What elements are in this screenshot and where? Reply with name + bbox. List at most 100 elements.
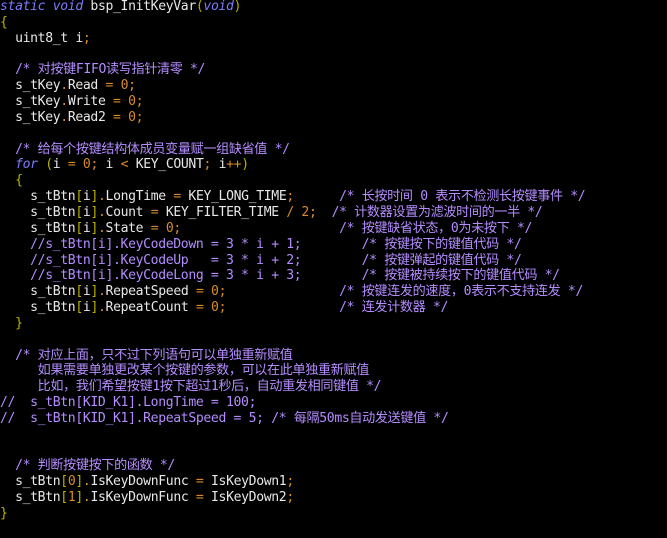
code-token-comment: /* 长按时间 0 表示不检测长按键事件 */	[339, 189, 586, 205]
code-token-bracket: [	[75, 284, 83, 300]
code-line: //s_tBtn[i].KeyCodeUp = 3 * i + 2; /* 按键…	[0, 253, 667, 269]
code-token-plain: s_tBtn	[0, 204, 76, 220]
code-token-plain: State	[105, 220, 151, 236]
code-token-plain: s_tKey	[0, 109, 61, 125]
code-token-comment: 比如，我们希望按键1按下超过1秒后，自动重发相同键值 */	[0, 379, 382, 395]
code-editor[interactable]: static void bsp_InitKeyVar ( void) { uint8_…	[0, 0, 667, 537]
code-token-bracket: ]	[90, 300, 98, 316]
code-line: s_tBtn[i].RepeatSpeed = 0; /* 按键连发的速度，0表…	[0, 284, 667, 300]
code-token-bracket: ]	[90, 220, 98, 236]
code-line: //s_tBtn[i].KeyCodeDown = 3 * i + 1; /* …	[0, 237, 667, 253]
code-line: s_tBtn[i].LongTime = KEY_LONG_TIME; /* 长…	[0, 189, 667, 205]
code-token-plain: RepeatCount	[105, 300, 196, 316]
code-token-comment: // s_tBtn[KID_K1].LongTime = 100;	[0, 395, 257, 411]
code-line: // s_tBtn[KID_K1].LongTime = 100;	[0, 395, 667, 411]
code-line: s_tKey.Read = 0;	[0, 78, 667, 94]
code-token-operator: ;	[218, 300, 340, 316]
code-token-comment: /* 连发计数器 */	[339, 300, 449, 316]
code-line: /* 判断按键按下的函数 */	[0, 458, 667, 474]
code-token-plain: s_tBtn	[0, 474, 61, 490]
code-token-comment: // s_tBtn[KID_K1].RepeatSpeed = 5; /* 每隔…	[0, 410, 449, 426]
code-token-number: 0	[211, 284, 219, 300]
code-token-operator: =	[195, 300, 212, 316]
code-token-operator: .	[60, 109, 68, 125]
code-token-operator: .	[97, 189, 106, 205]
code-token-comment: /* 按键缺省状态，0为未按下 */	[339, 220, 533, 236]
code-token-comment: /* 按键连发的速度，0表示不支持连发 */	[339, 284, 583, 300]
code-token-operator: ;	[286, 474, 294, 490]
code-token-bracket: [	[60, 474, 68, 490]
code-token-plain: Read2	[67, 109, 114, 125]
code-line: s_tKey.Write = 0;	[0, 94, 667, 110]
code-token-operator: ;	[218, 284, 340, 300]
code-token-plain: s_tBtn	[0, 300, 76, 316]
code-token-operator: ;	[90, 157, 106, 173]
code-token-bracket: [	[75, 189, 83, 205]
code-token-plain: IsKeyDown1	[211, 474, 287, 490]
code-token-plain: LongTime	[105, 189, 174, 205]
code-token-operator: =	[67, 157, 83, 173]
code-line: 如果需要单独更改某个按键的参数，可以在此单独重新赋值	[0, 363, 667, 379]
code-line: for (i = 0; i < KEY_COUNT; i++)	[0, 157, 667, 173]
code-token-keyword: void	[203, 0, 234, 14]
code-token-operator: ;	[128, 78, 136, 94]
code-token-bracket: ]	[75, 490, 83, 506]
code-token-operator: =	[113, 109, 129, 125]
code-token-operator: =	[173, 189, 189, 205]
code-token-operator: .	[60, 78, 68, 94]
code-token-bracket: ]	[90, 284, 98, 300]
code-token-plain: s_tBtn	[0, 220, 76, 236]
code-token-operator: ;	[203, 157, 219, 173]
code-token-operator: ;	[82, 30, 91, 46]
code-token-comment: 如果需要单独更改某个按键的参数，可以在此单独重新赋值	[0, 363, 370, 379]
code-token-operator: /	[286, 204, 302, 220]
code-token-operator: =	[150, 204, 166, 220]
code-token-plain: s_tBtn	[0, 189, 76, 205]
code-token-comment: //s_tBtn[i].KeyCodeLong = 3 * i + 3; /* …	[0, 268, 560, 284]
code-line: uint8_t i;	[0, 31, 667, 47]
code-token-plain: Count	[105, 204, 151, 220]
code-token-operator: .	[97, 284, 106, 300]
code-token-operator: .	[97, 220, 106, 236]
code-token-bracket: ]	[90, 189, 98, 205]
code-line: s_tBtn[0].IsKeyDownFunc = IsKeyDown1;	[0, 474, 667, 490]
code-token-keyword: static void	[0, 0, 91, 14]
code-line: // s_tBtn[KID_K1].RepeatSpeed = 5; /* 每隔…	[0, 411, 667, 427]
code-token-number: 0	[211, 300, 219, 316]
code-token-keyword: for	[0, 157, 46, 173]
code-line: /* 对按键FIFO读写指针清零 */	[0, 62, 667, 78]
code-token-operator: =	[195, 490, 211, 506]
code-line: s_tBtn[i].RepeatCount = 0; /* 连发计数器 */	[0, 300, 667, 316]
code-token-plain: KEY_LONG_TIME	[188, 189, 287, 205]
code-token-operator: ;	[286, 189, 340, 205]
code-token-number: 0	[120, 78, 129, 94]
code-token-operator: =	[195, 284, 212, 300]
code-token-operator: ;	[308, 204, 332, 220]
code-token-paren: )	[233, 0, 242, 14]
code-token-comment: //s_tBtn[i].KeyCodeUp = 3 * i + 2; /* 按键…	[0, 252, 522, 268]
code-token-plain: Read	[67, 78, 106, 94]
code-token-operator: =	[113, 94, 129, 110]
code-token-plain: KEY_COUNT	[135, 157, 204, 173]
code-line: }	[0, 506, 667, 522]
code-token-plain: i	[105, 157, 121, 173]
code-token-plain: s_tBtn	[0, 284, 76, 300]
code-token-paren: (	[45, 157, 53, 173]
code-token-plain: Write	[67, 94, 114, 110]
code-token-plain: s_tBtn	[0, 490, 61, 506]
code-token-paren: {	[0, 14, 8, 30]
code-token-bracket: ]	[90, 204, 98, 220]
code-token-comment: //s_tBtn[i].KeyCodeDown = 3 * i + 1; /* …	[0, 236, 522, 252]
code-token-plain: bsp_InitKeyVar	[90, 0, 196, 14]
code-token-operator: ;	[135, 109, 144, 125]
code-token-operator: ;	[135, 94, 144, 110]
code-token-plain: IsKeyDownFunc	[90, 490, 196, 506]
code-line: //s_tBtn[i].KeyCodeLong = 3 * i + 3; /* …	[0, 268, 667, 284]
code-token-plain: s_tKey	[0, 94, 61, 110]
code-token-number: 0	[128, 109, 136, 125]
code-token-paren: }	[0, 506, 8, 521]
